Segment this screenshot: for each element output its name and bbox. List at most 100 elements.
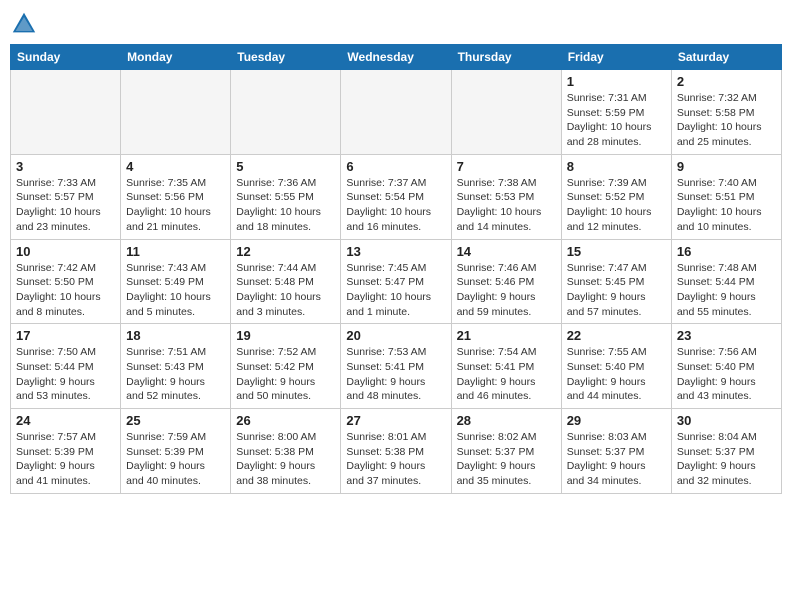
calendar-cell: 11Sunrise: 7:43 AM Sunset: 5:49 PM Dayli… xyxy=(121,239,231,324)
calendar-cell: 27 Sunrise: 8:01 AM Sunset: 5:38 PM Dayli… xyxy=(341,409,451,494)
calendar-cell: 21 Sunrise: 7:54 AM Sunset: 5:41 PM Dayli… xyxy=(451,324,561,409)
day-number: 25 xyxy=(126,413,225,428)
day-number: 16 xyxy=(677,244,776,259)
day-info: Sunrise: 7:59 AM Sunset: 5:39 PM Dayligh… xyxy=(126,430,225,489)
day-info: Sunrise: 8:04 AM Sunset: 5:37 PM Dayligh… xyxy=(677,430,776,489)
calendar-header-thursday: Thursday xyxy=(451,45,561,70)
calendar-header-friday: Friday xyxy=(561,45,671,70)
day-info: Sunrise: 7:33 AM Sunset: 5:57 PM Dayligh… xyxy=(16,176,115,235)
calendar-cell: 17Sunrise: 7:50 AM Sunset: 5:44 PM Dayli… xyxy=(11,324,121,409)
calendar-cell: 28 Sunrise: 8:02 AM Sunset: 5:37 PM Dayli… xyxy=(451,409,561,494)
calendar-cell xyxy=(231,70,341,155)
calendar-header-saturday: Saturday xyxy=(671,45,781,70)
day-info: Sunrise: 7:46 AM Sunset: 5:46 PM Dayligh… xyxy=(457,261,556,320)
day-info: Sunrise: 7:36 AM Sunset: 5:55 PM Dayligh… xyxy=(236,176,335,235)
day-number: 5 xyxy=(236,159,335,174)
day-number: 13 xyxy=(346,244,445,259)
calendar-cell xyxy=(451,70,561,155)
calendar-cell xyxy=(11,70,121,155)
calendar-cell: 22 Sunrise: 7:55 AM Sunset: 5:40 PM Dayli… xyxy=(561,324,671,409)
day-info: Sunrise: 8:00 AM Sunset: 5:38 PM Dayligh… xyxy=(236,430,335,489)
day-number: 7 xyxy=(457,159,556,174)
calendar-header-tuesday: Tuesday xyxy=(231,45,341,70)
day-number: 26 xyxy=(236,413,335,428)
calendar-cell: 18 Sunrise: 7:51 AM Sunset: 5:43 PM Dayli… xyxy=(121,324,231,409)
day-info: Sunrise: 7:37 AM Sunset: 5:54 PM Dayligh… xyxy=(346,176,445,235)
day-number: 9 xyxy=(677,159,776,174)
calendar-header-wednesday: Wednesday xyxy=(341,45,451,70)
day-info: Sunrise: 7:52 AM Sunset: 5:42 PM Dayligh… xyxy=(236,345,335,404)
day-number: 11 xyxy=(126,244,225,259)
calendar: SundayMondayTuesdayWednesdayThursdayFrid… xyxy=(10,44,782,494)
day-number: 3 xyxy=(16,159,115,174)
day-info: Sunrise: 7:31 AM Sunset: 5:59 PM Dayligh… xyxy=(567,91,666,150)
day-number: 12 xyxy=(236,244,335,259)
calendar-cell: 14 Sunrise: 7:46 AM Sunset: 5:46 PM Dayli… xyxy=(451,239,561,324)
calendar-week-5: 24 Sunrise: 7:57 AM Sunset: 5:39 PM Dayli… xyxy=(11,409,782,494)
calendar-week-2: 3 Sunrise: 7:33 AM Sunset: 5:57 PM Daylig… xyxy=(11,154,782,239)
day-number: 24 xyxy=(16,413,115,428)
day-info: Sunrise: 7:44 AM Sunset: 5:48 PM Dayligh… xyxy=(236,261,335,320)
day-info: Sunrise: 7:38 AM Sunset: 5:53 PM Dayligh… xyxy=(457,176,556,235)
logo xyxy=(10,10,42,38)
day-info: Sunrise: 7:57 AM Sunset: 5:39 PM Dayligh… xyxy=(16,430,115,489)
day-number: 17 xyxy=(16,328,115,343)
calendar-cell: 15Sunrise: 7:47 AM Sunset: 5:45 PM Dayli… xyxy=(561,239,671,324)
calendar-cell: 2 Sunrise: 7:32 AM Sunset: 5:58 PM Daylig… xyxy=(671,70,781,155)
calendar-cell: 9 Sunrise: 7:40 AM Sunset: 5:51 PM Daylig… xyxy=(671,154,781,239)
day-info: Sunrise: 7:42 AM Sunset: 5:50 PM Dayligh… xyxy=(16,261,115,320)
day-info: Sunrise: 7:55 AM Sunset: 5:40 PM Dayligh… xyxy=(567,345,666,404)
day-number: 18 xyxy=(126,328,225,343)
calendar-cell: 29Sunrise: 8:03 AM Sunset: 5:37 PM Dayli… xyxy=(561,409,671,494)
calendar-header-row: SundayMondayTuesdayWednesdayThursdayFrid… xyxy=(11,45,782,70)
day-number: 10 xyxy=(16,244,115,259)
day-number: 14 xyxy=(457,244,556,259)
calendar-cell xyxy=(121,70,231,155)
day-number: 30 xyxy=(677,413,776,428)
calendar-cell: 13 Sunrise: 7:45 AM Sunset: 5:47 PM Dayli… xyxy=(341,239,451,324)
day-info: Sunrise: 7:32 AM Sunset: 5:58 PM Dayligh… xyxy=(677,91,776,150)
calendar-cell: 1Sunrise: 7:31 AM Sunset: 5:59 PM Daylig… xyxy=(561,70,671,155)
day-number: 22 xyxy=(567,328,666,343)
calendar-week-1: 1Sunrise: 7:31 AM Sunset: 5:59 PM Daylig… xyxy=(11,70,782,155)
day-number: 20 xyxy=(346,328,445,343)
calendar-cell: 4 Sunrise: 7:35 AM Sunset: 5:56 PM Daylig… xyxy=(121,154,231,239)
calendar-cell: 24 Sunrise: 7:57 AM Sunset: 5:39 PM Dayli… xyxy=(11,409,121,494)
day-info: Sunrise: 7:53 AM Sunset: 5:41 PM Dayligh… xyxy=(346,345,445,404)
day-number: 27 xyxy=(346,413,445,428)
calendar-cell: 8 Sunrise: 7:39 AM Sunset: 5:52 PM Daylig… xyxy=(561,154,671,239)
page-header xyxy=(10,10,782,38)
day-info: Sunrise: 7:54 AM Sunset: 5:41 PM Dayligh… xyxy=(457,345,556,404)
calendar-cell: 16 Sunrise: 7:48 AM Sunset: 5:44 PM Dayli… xyxy=(671,239,781,324)
day-info: Sunrise: 7:39 AM Sunset: 5:52 PM Dayligh… xyxy=(567,176,666,235)
calendar-week-3: 10 Sunrise: 7:42 AM Sunset: 5:50 PM Dayli… xyxy=(11,239,782,324)
calendar-cell: 30 Sunrise: 8:04 AM Sunset: 5:37 PM Dayli… xyxy=(671,409,781,494)
day-info: Sunrise: 7:47 AM Sunset: 5:45 PM Dayligh… xyxy=(567,261,666,320)
day-number: 4 xyxy=(126,159,225,174)
calendar-week-4: 17Sunrise: 7:50 AM Sunset: 5:44 PM Dayli… xyxy=(11,324,782,409)
day-number: 21 xyxy=(457,328,556,343)
day-info: Sunrise: 7:35 AM Sunset: 5:56 PM Dayligh… xyxy=(126,176,225,235)
day-number: 2 xyxy=(677,74,776,89)
day-info: Sunrise: 7:45 AM Sunset: 5:47 PM Dayligh… xyxy=(346,261,445,320)
calendar-cell: 3 Sunrise: 7:33 AM Sunset: 5:57 PM Daylig… xyxy=(11,154,121,239)
calendar-cell: 26 Sunrise: 8:00 AM Sunset: 5:38 PM Dayli… xyxy=(231,409,341,494)
day-number: 29 xyxy=(567,413,666,428)
calendar-cell: 19 Sunrise: 7:52 AM Sunset: 5:42 PM Dayli… xyxy=(231,324,341,409)
day-number: 6 xyxy=(346,159,445,174)
day-info: Sunrise: 7:40 AM Sunset: 5:51 PM Dayligh… xyxy=(677,176,776,235)
day-info: Sunrise: 7:48 AM Sunset: 5:44 PM Dayligh… xyxy=(677,261,776,320)
calendar-header-sunday: Sunday xyxy=(11,45,121,70)
day-number: 19 xyxy=(236,328,335,343)
calendar-cell: 6 Sunrise: 7:37 AM Sunset: 5:54 PM Daylig… xyxy=(341,154,451,239)
day-info: Sunrise: 8:01 AM Sunset: 5:38 PM Dayligh… xyxy=(346,430,445,489)
day-info: Sunrise: 7:56 AM Sunset: 5:40 PM Dayligh… xyxy=(677,345,776,404)
logo-icon xyxy=(10,10,38,38)
calendar-cell: 10 Sunrise: 7:42 AM Sunset: 5:50 PM Dayli… xyxy=(11,239,121,324)
calendar-header-monday: Monday xyxy=(121,45,231,70)
day-number: 23 xyxy=(677,328,776,343)
day-number: 28 xyxy=(457,413,556,428)
day-info: Sunrise: 8:02 AM Sunset: 5:37 PM Dayligh… xyxy=(457,430,556,489)
day-info: Sunrise: 7:51 AM Sunset: 5:43 PM Dayligh… xyxy=(126,345,225,404)
day-number: 8 xyxy=(567,159,666,174)
